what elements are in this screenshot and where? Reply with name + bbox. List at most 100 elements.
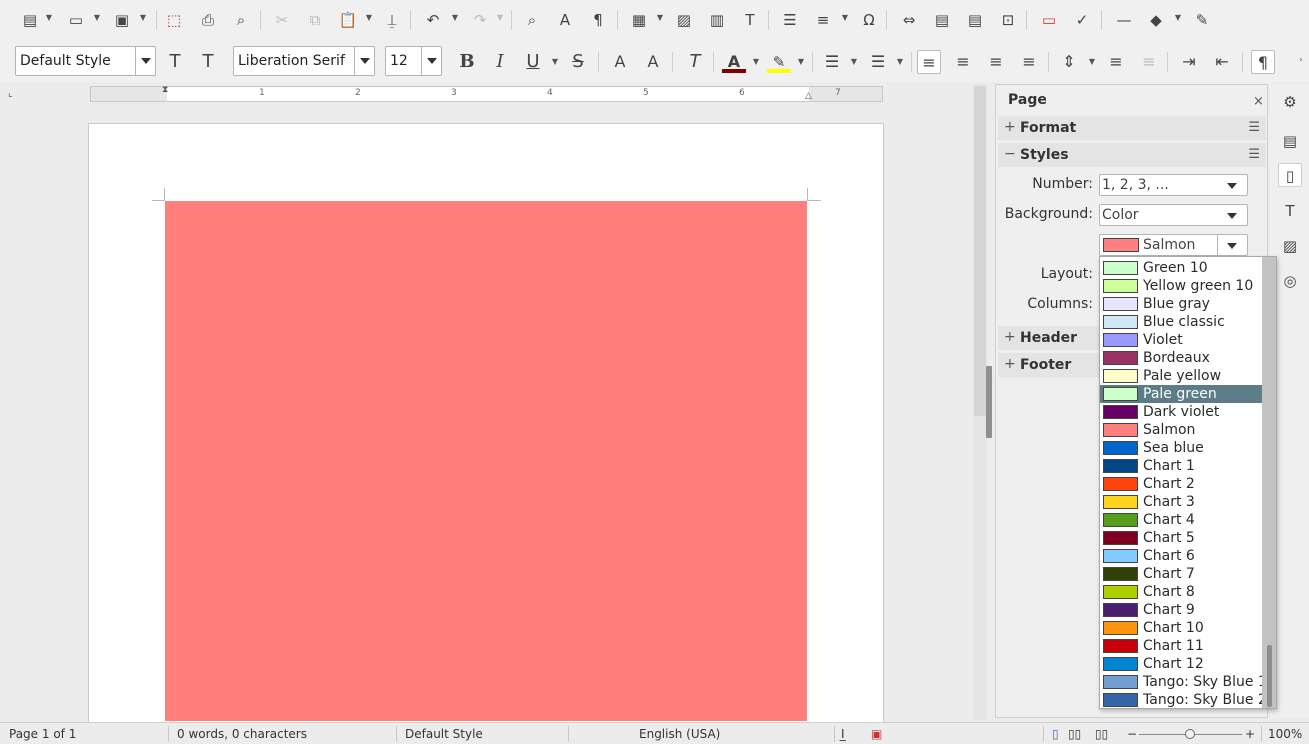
strikethrough-button[interactable]: S	[566, 50, 590, 74]
justify-icon[interactable]: ≡	[1017, 50, 1041, 74]
open-folder-icon[interactable]: ▭	[64, 8, 88, 32]
new-style-icon[interactable]: T	[196, 50, 220, 74]
table-dropdown-chevron-down-icon[interactable]: ▼	[655, 13, 665, 27]
horizontal-ruler[interactable]: 1 2 3 4 5 6 7 ⧗ △	[90, 85, 883, 102]
superscript-icon[interactable]: A	[608, 50, 632, 74]
increase-paragraph-spacing-icon[interactable]: ≡	[1104, 50, 1128, 74]
formatting-marks-icon[interactable]: ¶	[586, 8, 610, 32]
open-dropdown-chevron-down-icon[interactable]: ▼	[92, 13, 102, 27]
comment-icon[interactable]: ▭	[1037, 8, 1061, 32]
save-dropdown-chevron-down-icon[interactable]: ▼	[138, 13, 148, 27]
print-icon[interactable]: ⎙	[196, 8, 220, 32]
color-option[interactable]: Chart 2	[1100, 475, 1262, 493]
zoom-slider-handle[interactable]	[1185, 729, 1195, 739]
find-replace-icon[interactable]: ⌕	[520, 8, 544, 32]
insert-textbox-icon[interactable]: T	[738, 8, 762, 32]
align-right-icon[interactable]: ≡	[984, 50, 1008, 74]
track-changes-icon[interactable]: ✓	[1070, 8, 1094, 32]
underline-button[interactable]: U	[521, 50, 545, 74]
background-type-select[interactable]: Color	[1099, 204, 1248, 226]
highlight-dropdown-chevron-down-icon[interactable]: ▼	[796, 57, 806, 71]
clone-formatting-icon[interactable]: ⍊	[380, 8, 404, 32]
sidebar-close-icon[interactable]: ×	[1253, 94, 1264, 109]
special-character-icon[interactable]: Ω	[857, 8, 881, 32]
left-indent-marker[interactable]: ⧗	[162, 85, 168, 95]
color-option[interactable]: Blue gray	[1100, 295, 1262, 313]
more-options-menu-icon[interactable]: ☰	[1248, 120, 1260, 135]
dropdown-scrollbar-thumb[interactable]	[1267, 645, 1272, 707]
line-spacing-icon[interactable]: ⇕	[1057, 50, 1081, 74]
underline-dropdown-chevron-down-icon[interactable]: ▼	[550, 57, 560, 71]
zoom-out-icon[interactable]: −	[1127, 727, 1137, 741]
chevron-down-icon[interactable]	[135, 47, 155, 75]
field-dropdown-chevron-down-icon[interactable]: ▼	[840, 13, 850, 27]
properties-icon[interactable]: ▤	[1278, 129, 1302, 153]
color-option[interactable]: Chart 1	[1100, 457, 1262, 475]
tab-stop-icon[interactable]: ⌞	[8, 88, 13, 99]
color-option[interactable]: Yellow green 10	[1100, 277, 1262, 295]
color-option[interactable]: Bordeaux	[1100, 349, 1262, 367]
paragraph-style-combo[interactable]: Default Style	[15, 46, 156, 76]
font-color-dropdown-chevron-down-icon[interactable]: ▼	[751, 57, 761, 71]
new-dropdown-chevron-down-icon[interactable]: ▼	[44, 13, 54, 27]
color-option[interactable]: Pale green	[1100, 385, 1262, 403]
insert-chart-icon[interactable]: ▥	[705, 8, 729, 32]
color-option[interactable]: Chart 9	[1100, 601, 1262, 619]
book-view-icon[interactable]: ▯▯	[1095, 727, 1108, 741]
color-option[interactable]: Chart 6	[1100, 547, 1262, 565]
page-style[interactable]: Default Style	[405, 727, 483, 741]
font-size-combo[interactable]: 12	[385, 46, 442, 76]
decrease-indent-icon[interactable]: ⇤	[1210, 50, 1234, 74]
export-pdf-icon[interactable]: ⬚	[162, 8, 186, 32]
gallery-icon[interactable]: ▨	[1278, 234, 1302, 258]
background-color-select[interactable]: Salmon	[1099, 234, 1248, 256]
undo-dropdown-chevron-down-icon[interactable]: ▼	[450, 13, 460, 27]
clear-formatting-icon[interactable]: T	[683, 50, 707, 74]
numbering-dropdown-chevron-down-icon[interactable]: ▼	[895, 57, 905, 71]
styles-icon[interactable]: T	[1278, 199, 1302, 223]
color-option[interactable]: Chart 5	[1100, 529, 1262, 547]
dropdown-scrollbar[interactable]	[1262, 257, 1276, 708]
word-count[interactable]: 0 words, 0 characters	[177, 727, 307, 741]
document-modified-icon[interactable]: ▣	[871, 727, 882, 741]
undo-icon[interactable]: ↶	[421, 8, 445, 32]
decrease-paragraph-spacing-icon[interactable]: ≡	[1137, 50, 1161, 74]
color-option[interactable]: Tango: Sky Blue 1	[1100, 673, 1267, 691]
toolbar-overflow-chevron-right-icon[interactable]: ›	[1296, 55, 1306, 69]
right-indent-marker[interactable]: △	[805, 91, 812, 101]
language[interactable]: English (USA)	[639, 727, 720, 741]
color-option[interactable]: Chart 11	[1100, 637, 1262, 655]
page-count[interactable]: Page 1 of 1	[9, 727, 76, 741]
print-preview-icon[interactable]: ⌕	[229, 8, 253, 32]
color-dropdown-list[interactable]: Green 10 Yellow green 10 Blue gray Blue cla…	[1099, 256, 1277, 709]
bullets-dropdown-chevron-down-icon[interactable]: ▼	[849, 57, 859, 71]
cut-icon[interactable]: ✂	[270, 8, 294, 32]
insert-field-icon[interactable]: ≡	[811, 8, 835, 32]
navigator-compass-icon[interactable]: ◎	[1278, 269, 1302, 293]
font-name-combo[interactable]: Liberation Serif	[233, 46, 375, 76]
multi-page-view-icon[interactable]: ▯▯	[1068, 727, 1081, 741]
endnote-icon[interactable]: ▤	[963, 8, 987, 32]
bullet-list-icon[interactable]: ☰	[820, 50, 844, 74]
bookmark-icon[interactable]: ⊡	[996, 8, 1020, 32]
line-spacing-dropdown-chevron-down-icon[interactable]: ▼	[1087, 57, 1097, 71]
color-option[interactable]: Chart 3	[1100, 493, 1262, 511]
paste-icon[interactable]: 📋	[336, 8, 360, 32]
number-format-select[interactable]: 1, 2, 3, ...	[1099, 174, 1248, 196]
redo-dropdown-chevron-down-icon[interactable]: ▼	[495, 13, 505, 27]
paste-dropdown-chevron-down-icon[interactable]: ▼	[364, 13, 374, 27]
page-background-area[interactable]	[165, 201, 807, 721]
color-option[interactable]: Dark violet	[1100, 403, 1262, 421]
page-icon[interactable]: ▯	[1278, 163, 1302, 187]
section-styles[interactable]: − Styles ☰	[998, 143, 1266, 167]
new-document-icon[interactable]: ▤	[18, 8, 42, 32]
color-option[interactable]: Salmon	[1100, 421, 1262, 439]
subscript-icon[interactable]: A	[641, 50, 665, 74]
zoom-percentage[interactable]: 100%	[1268, 727, 1302, 741]
section-format[interactable]: + Format ☰	[998, 116, 1266, 140]
color-option[interactable]: Chart 10	[1100, 619, 1262, 637]
hyperlink-icon[interactable]: ⇔	[897, 8, 921, 32]
insert-image-icon[interactable]: ▨	[672, 8, 696, 32]
draw-icon[interactable]: ✎	[1190, 8, 1214, 32]
copy-icon[interactable]: ⧉	[303, 8, 327, 32]
